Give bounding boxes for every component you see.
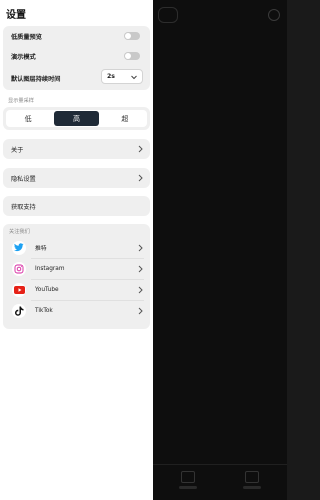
- demo-mode-toggle[interactable]: [124, 52, 140, 60]
- follow-item-instagram[interactable]: Instagram: [3, 258, 150, 279]
- demo-mode-row: 演示模式: [3, 46, 150, 66]
- chevron-right-icon: [138, 174, 143, 182]
- about-row[interactable]: 关于: [3, 139, 150, 159]
- tiktok-icon: [12, 303, 26, 318]
- profile-icon[interactable]: [268, 9, 280, 21]
- nav-projects-label: [179, 486, 197, 489]
- follow-section-label: 关注我们: [9, 229, 30, 235]
- sampling-option-low[interactable]: 低: [6, 110, 50, 127]
- follow-item-youtube[interactable]: YouTube: [3, 279, 150, 300]
- sampling-section-label: 显示量采样: [8, 98, 34, 104]
- toggle-knob: [125, 33, 131, 39]
- low-quality-preview-row: 低质量预览: [3, 26, 150, 46]
- privacy-row[interactable]: 隐私设置: [3, 168, 150, 188]
- nav-templates-label: [243, 486, 261, 489]
- follow-item-label: 推特: [35, 246, 47, 252]
- duration-select[interactable]: 2s: [101, 69, 143, 84]
- low-quality-preview-toggle[interactable]: [124, 32, 140, 40]
- low-quality-preview-label: 低质量预览: [11, 33, 42, 41]
- follow-item-label: YouTube: [35, 286, 59, 293]
- chevron-right-icon: [138, 286, 143, 293]
- about-label: 关于: [11, 146, 24, 154]
- bottom-nav: [153, 464, 287, 500]
- sampling-segmented-control: 低 高 超: [3, 107, 150, 130]
- chevron-right-icon: [138, 307, 143, 314]
- nav-projects-icon[interactable]: [181, 471, 195, 483]
- youtube-icon: [12, 282, 26, 297]
- demo-mode-label: 演示模式: [11, 53, 36, 61]
- follow-item-tiktok[interactable]: TikTok: [3, 300, 150, 321]
- duration-value: 2s: [107, 73, 115, 80]
- preferences-card: 低质量预览 演示模式 默认图层持续时间 2s: [3, 26, 150, 90]
- sampling-option-ultra[interactable]: 超: [103, 110, 147, 127]
- twitter-icon: [12, 240, 26, 255]
- chevron-right-icon: [138, 145, 143, 153]
- page-title: 设置: [6, 10, 26, 21]
- nav-templates-icon[interactable]: [245, 471, 259, 483]
- toggle-knob: [125, 53, 131, 59]
- privacy-label: 隐私设置: [11, 175, 36, 183]
- sampling-option-high[interactable]: 高: [54, 111, 99, 126]
- support-label: 获取支持: [11, 203, 36, 211]
- follow-card: 关注我们 推特 Instagram YouTube TikTok: [3, 224, 150, 329]
- chevron-right-icon: [138, 265, 143, 272]
- follow-item-twitter[interactable]: 推特: [3, 237, 150, 258]
- default-layer-duration-label: 默认图层持续时间: [11, 75, 61, 83]
- settings-drawer: 设置 低质量预览 演示模式 默认图层持续时间 2s 显示量采样 低 高 超 关于…: [0, 0, 153, 500]
- support-row[interactable]: 获取支持: [3, 196, 150, 216]
- app-logo-icon: [158, 7, 178, 23]
- chevron-right-icon: [138, 244, 143, 251]
- follow-item-label: Instagram: [35, 265, 65, 272]
- instagram-icon: [12, 261, 26, 276]
- follow-item-label: TikTok: [35, 307, 53, 314]
- chevron-down-icon: [131, 75, 137, 80]
- default-layer-duration-row: 默认图层持续时间 2s: [3, 66, 150, 90]
- sampling-options: 低 高 超: [6, 110, 147, 127]
